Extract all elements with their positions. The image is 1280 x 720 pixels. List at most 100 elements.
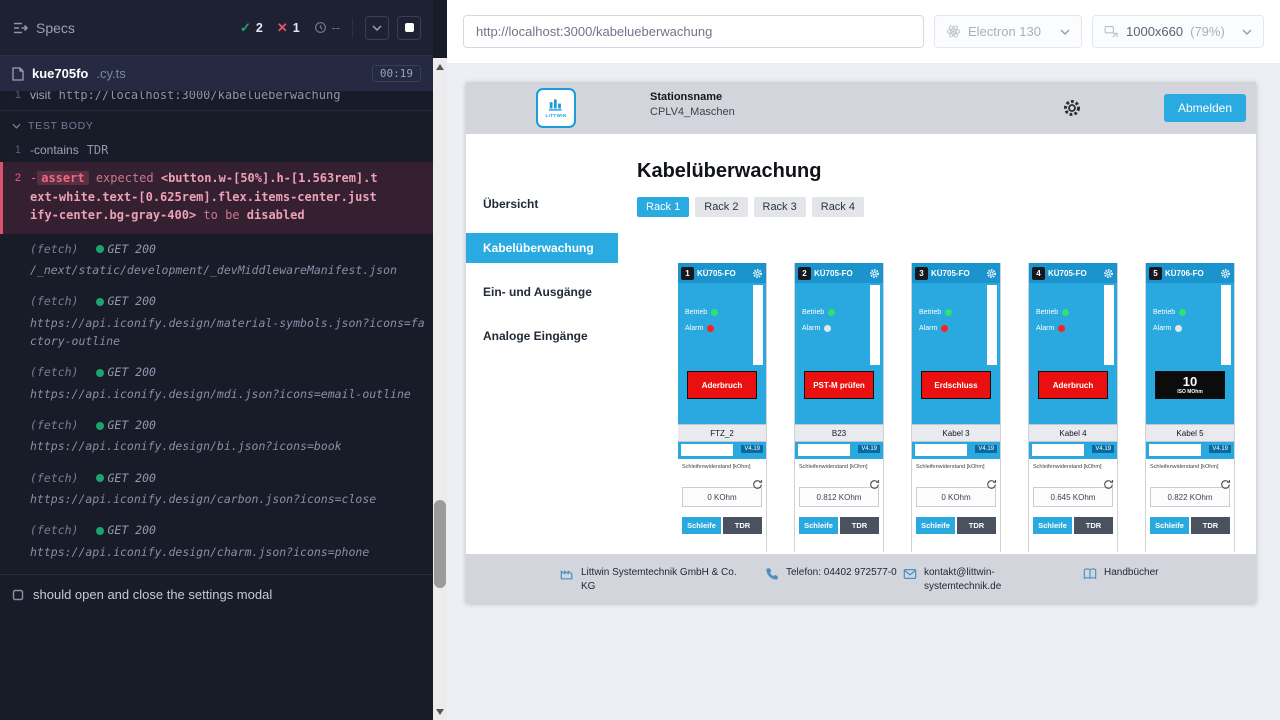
aut-stage: LITTWIN Stationsname CPLV4_Maschen Abmel… <box>447 64 1280 720</box>
phone-icon <box>765 567 779 581</box>
sidebar-item-analoge-eingaenge[interactable]: Analoge Eingänge <box>466 321 618 351</box>
tdr-button[interactable]: TDR <box>723 517 762 534</box>
tab-rack-4[interactable]: Rack 4 <box>812 197 864 217</box>
tdr-button[interactable]: TDR <box>1191 517 1230 534</box>
iso-unit: ISO MOhm <box>1177 390 1203 395</box>
fetch-url: https://api.iconify.design/charm.json?ic… <box>30 543 425 561</box>
schleife-button[interactable]: Schleife <box>1033 517 1072 534</box>
log-section-test-body[interactable]: TEST BODY <box>0 111 433 138</box>
led-strip <box>870 285 880 365</box>
scrollbar-thumb[interactable] <box>434 500 446 588</box>
run-stats: ✓2 ✕1 -- <box>240 20 340 36</box>
schleife-button[interactable]: Schleife <box>682 517 721 534</box>
firmware-version: V4.19 <box>1209 445 1231 453</box>
refresh-icon[interactable] <box>1103 479 1114 490</box>
iso-value: 10 <box>1183 375 1197 388</box>
schleife-button[interactable]: Schleife <box>1150 517 1189 534</box>
chevron-down-icon <box>1060 29 1070 35</box>
duration-count: -- <box>314 21 340 35</box>
schleife-button[interactable]: Schleife <box>916 517 955 534</box>
betrieb-led <box>711 309 718 316</box>
log-fetch-row[interactable]: (fetch)GET 200 https://api.iconify.desig… <box>0 286 433 357</box>
led-strip <box>753 285 763 365</box>
status-ok-dot <box>96 422 104 430</box>
rack-tabs: Rack 1 Rack 2 Rack 3 Rack 4 <box>637 197 1256 217</box>
tdr-button[interactable]: TDR <box>1074 517 1113 534</box>
sidebar-item-kabelueberwachung[interactable]: Kabelüberwachung <box>466 233 618 263</box>
status-display: PST-M prüfen <box>804 371 874 399</box>
refresh-icon[interactable] <box>986 479 997 490</box>
tab-rack-1[interactable]: Rack 1 <box>637 197 689 217</box>
log-row-contains[interactable]: 1 -containsTDR <box>0 138 433 162</box>
failed-count: ✕1 <box>277 20 300 36</box>
settings-gear-icon[interactable] <box>1062 98 1082 118</box>
cypress-reporter: Specs ✓2 ✕1 -- kue705fo.cy.ts 00:19 <box>0 0 433 720</box>
resistance-value: 0.812 KOhm <box>799 487 879 507</box>
gear-icon[interactable] <box>869 268 880 279</box>
scroll-down-arrow[interactable] <box>436 709 444 715</box>
status-ok-dot <box>96 369 104 377</box>
status-ok-dot <box>96 245 104 253</box>
resistance-label: Schleifenwiderstand [kOhm] <box>1150 464 1230 470</box>
resistance-value: 0.645 KOhm <box>1033 487 1113 507</box>
refresh-icon[interactable] <box>1220 479 1231 490</box>
sidebar-item-uebersicht[interactable]: Übersicht <box>466 189 618 219</box>
specs-label[interactable]: Specs <box>36 20 75 36</box>
command-log: 1 visithttp://localhost:3000/kabelueberw… <box>0 91 433 568</box>
failed-icon: ✕ <box>277 20 288 36</box>
betrieb-led <box>1062 309 1069 316</box>
app-header: LITTWIN Stationsname CPLV4_Maschen Abmel… <box>466 82 1256 134</box>
spec-header[interactable]: kue705fo.cy.ts 00:19 <box>0 56 433 91</box>
display-screen <box>681 444 733 456</box>
reporter-topbar: Specs ✓2 ✕1 -- <box>0 0 433 56</box>
resistance-section: Schleifenwiderstand [kOhm] 0.645 KOhm Sc… <box>1029 459 1117 552</box>
resistance-section: Schleifenwiderstand [kOhm] 0 KOhm Schlei… <box>912 459 1000 552</box>
specs-menu-icon[interactable] <box>12 20 28 36</box>
gear-icon[interactable] <box>1220 268 1231 279</box>
log-row-assert-failed[interactable]: 2 -assert expected <button.w-[50%].h-[1.… <box>0 162 433 234</box>
card-header: 2 KÜ705-FO <box>795 263 883 283</box>
gear-icon[interactable] <box>1103 268 1114 279</box>
chevron-down-icon <box>1242 29 1252 35</box>
clock-icon <box>314 21 327 34</box>
gear-icon[interactable] <box>752 268 763 279</box>
display-screen <box>1032 444 1084 456</box>
scroll-up-arrow[interactable] <box>436 64 444 70</box>
schleife-button[interactable]: Schleife <box>799 517 838 534</box>
log-fetch-row[interactable]: (fetch)GET 200 https://api.iconify.desig… <box>0 463 433 516</box>
footer-handbooks[interactable]: Handbücher <box>1083 566 1158 581</box>
refresh-icon[interactable] <box>752 479 763 490</box>
tab-rack-3[interactable]: Rack 3 <box>754 197 806 217</box>
browser-select[interactable]: Electron 130 <box>934 15 1082 48</box>
log-fetch-row[interactable]: (fetch)GET 200 /_next/static/development… <box>0 234 433 287</box>
browser-name: Electron 130 <box>968 24 1041 39</box>
card-number: 2 <box>798 267 811 280</box>
alarm-led <box>1175 325 1182 332</box>
logo-text: LITTWIN <box>545 113 566 118</box>
collapse-runs-button[interactable] <box>365 16 389 40</box>
tab-rack-2[interactable]: Rack 2 <box>695 197 747 217</box>
tdr-button[interactable]: TDR <box>840 517 879 534</box>
url-input[interactable] <box>463 15 924 48</box>
logout-button[interactable]: Abmelden <box>1164 94 1246 122</box>
refresh-icon[interactable] <box>869 479 880 490</box>
tdr-button[interactable]: TDR <box>957 517 996 534</box>
status-ok-dot <box>96 527 104 535</box>
sidebar-item-ein-ausgaenge[interactable]: Ein- und Ausgänge <box>466 277 618 307</box>
status-display: Erdschluss <box>921 371 991 399</box>
log-fetch-row[interactable]: (fetch)GET 200 https://api.iconify.desig… <box>0 410 433 463</box>
fetch-url: https://api.iconify.design/carbon.json?i… <box>30 490 425 508</box>
card-number: 4 <box>1032 267 1045 280</box>
stop-run-button[interactable] <box>397 16 421 40</box>
gear-icon[interactable] <box>986 268 997 279</box>
viewport-select[interactable]: 1000x660 (79%) <box>1092 15 1264 48</box>
reporter-scrollbar[interactable] <box>433 0 447 720</box>
log-fetch-row[interactable]: (fetch)GET 200 https://api.iconify.desig… <box>0 515 433 568</box>
led-panel: Betrieb Alarm <box>795 283 883 371</box>
resistance-label: Schleifenwiderstand [kOhm] <box>799 464 879 470</box>
led-panel: Betrieb Alarm <box>912 283 1000 371</box>
log-fetch-row[interactable]: (fetch)GET 200 https://api.iconify.desig… <box>0 357 433 410</box>
next-test-row[interactable]: should open and close the settings modal <box>0 574 433 614</box>
display-row: V4.19 <box>1146 442 1234 459</box>
log-row-visit[interactable]: 1 visithttp://localhost:3000/kabelueberw… <box>0 91 433 111</box>
